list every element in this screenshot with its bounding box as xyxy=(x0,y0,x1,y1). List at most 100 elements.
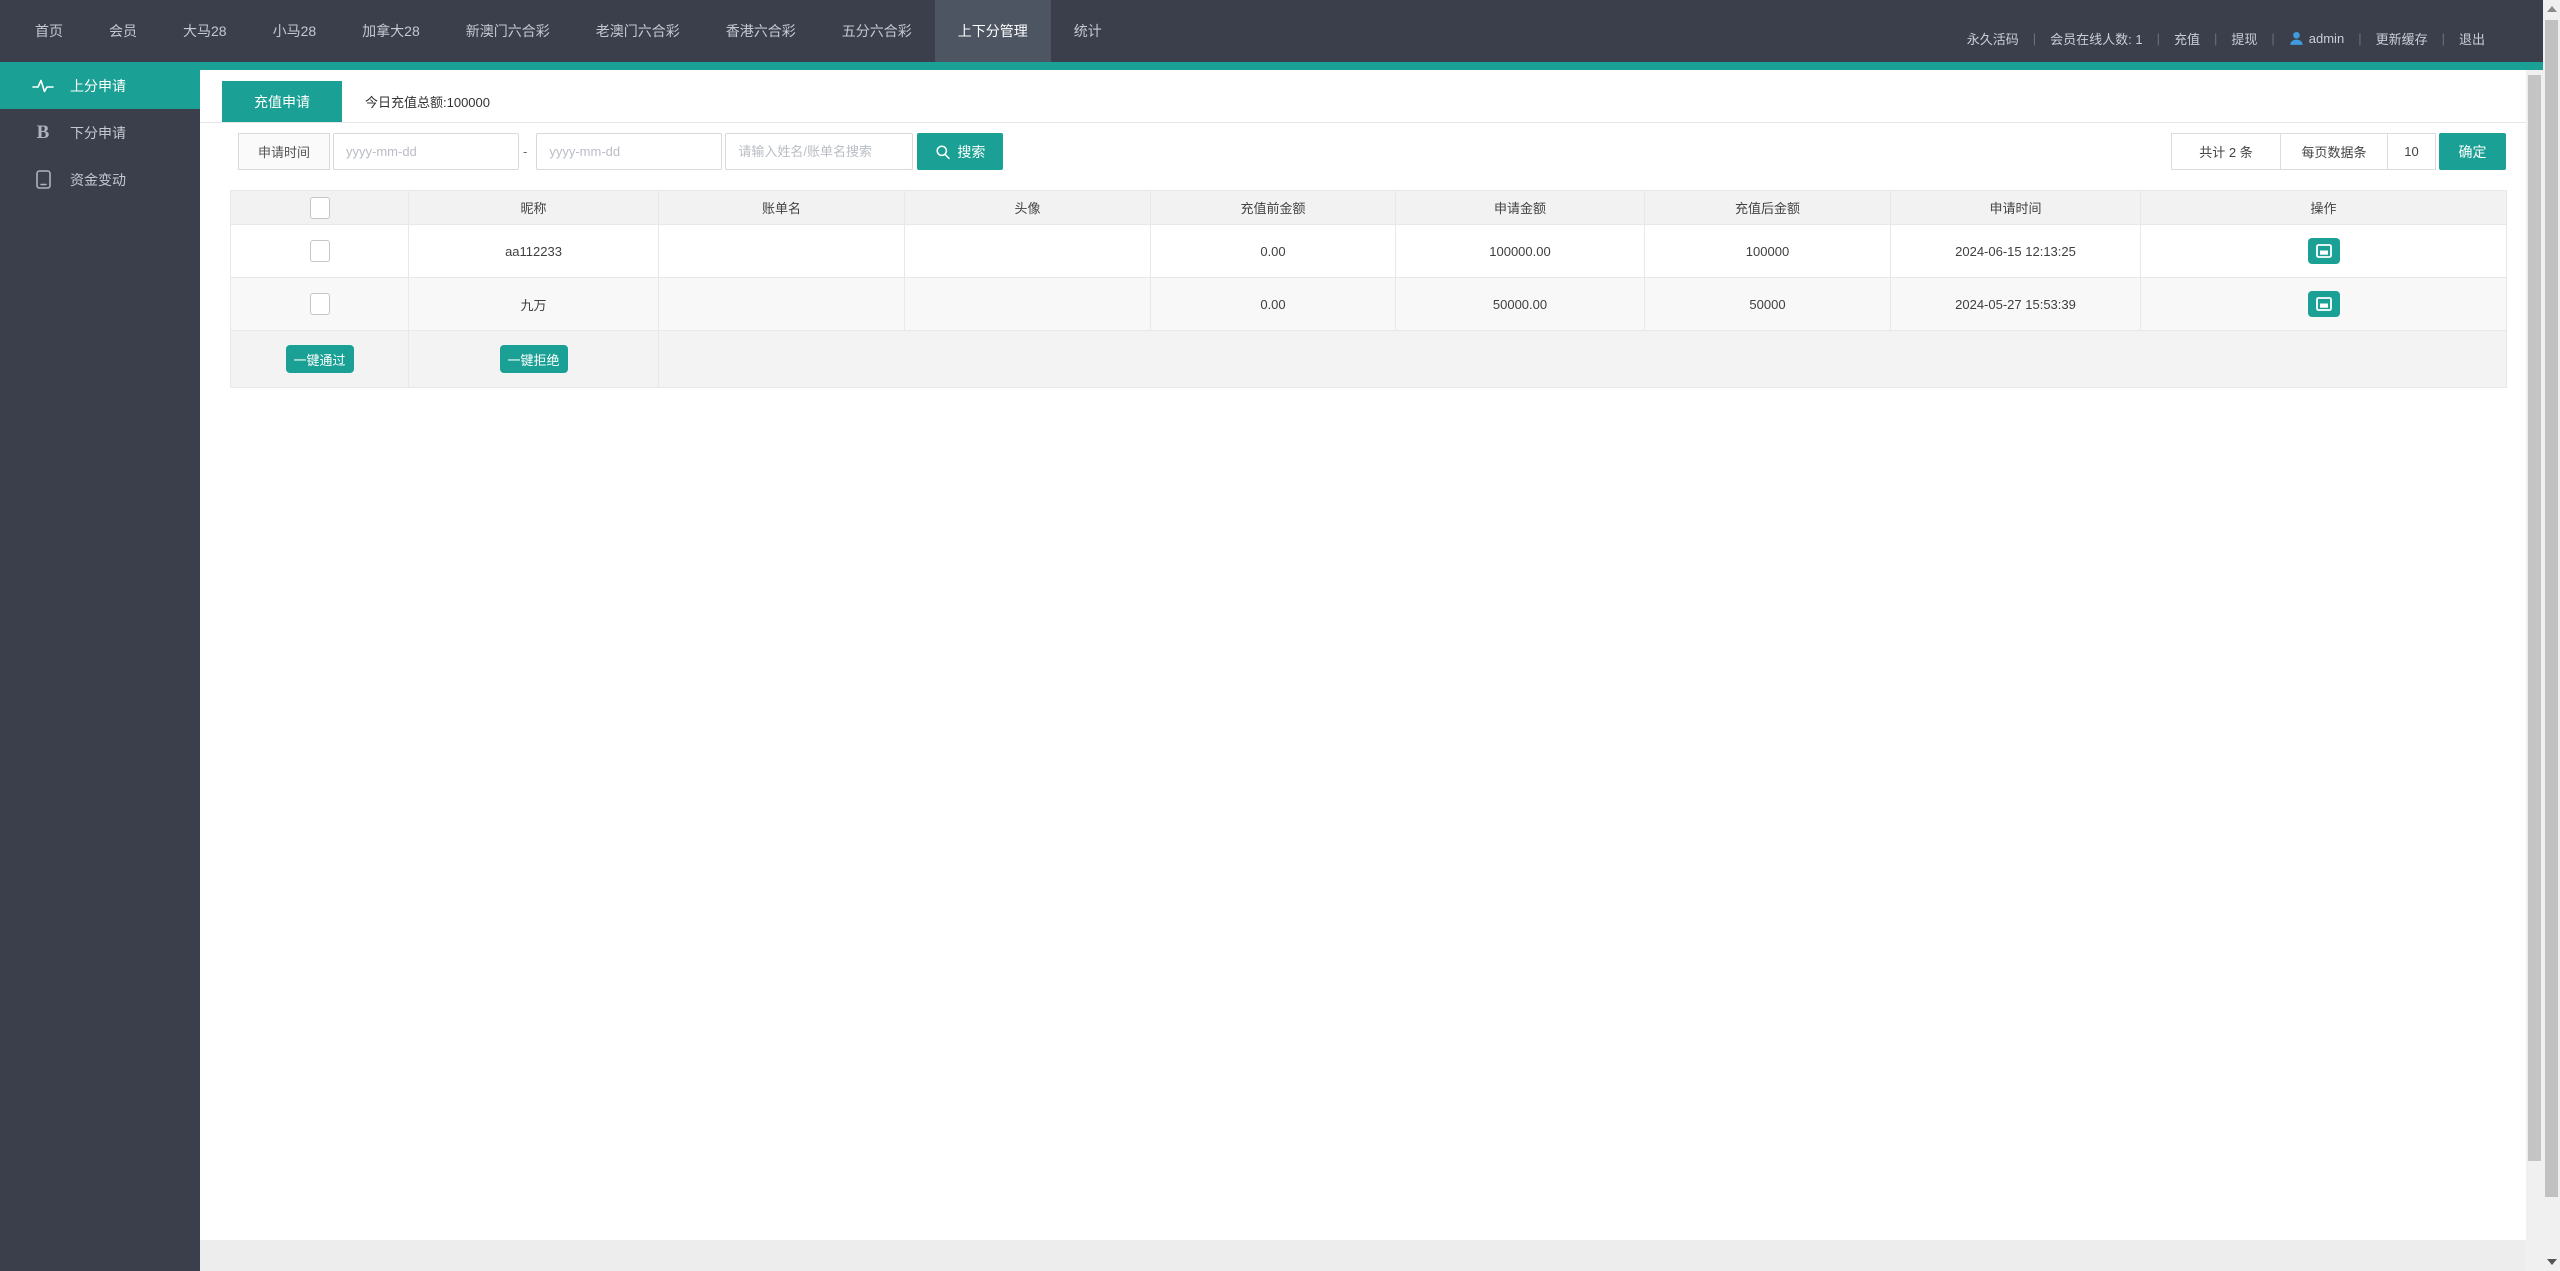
date-from-input[interactable] xyxy=(333,133,519,170)
tab-row: 充值申请 今日充值总额:100000 xyxy=(200,81,2526,122)
content-scrollbar-thumb[interactable] xyxy=(2528,75,2541,1161)
window-icon xyxy=(2316,297,2332,311)
row-checkbox[interactable] xyxy=(310,240,330,262)
col-actions: 操作 xyxy=(2141,191,2507,225)
cell-request-time: 2024-05-27 15:53:39 xyxy=(1891,278,2141,331)
col-request-time: 申请时间 xyxy=(1891,191,2141,225)
pagination-group: 共计 2 条 每页数据条 确定 xyxy=(2171,133,2506,170)
divider: | xyxy=(2358,31,2361,46)
scroll-up-arrow-icon[interactable] xyxy=(2547,6,2557,12)
sidebar: 上分申请 B 下分申请 资金变动 xyxy=(0,62,200,1271)
permanent-code-link[interactable]: 永久活码 xyxy=(1967,29,2019,48)
cell-request-time: 2024-06-15 12:13:25 xyxy=(1891,225,2141,278)
search-button-label: 搜索 xyxy=(957,142,985,162)
window-icon xyxy=(2316,244,2332,258)
page-bottom-strip xyxy=(200,1240,2526,1271)
cell-before-amount: 0.00 xyxy=(1151,225,1396,278)
nav-item-wufen[interactable]: 五分六合彩 xyxy=(819,0,935,62)
content-scrollbar[interactable] xyxy=(2526,70,2543,1271)
date-to-input[interactable] xyxy=(536,133,722,170)
date-range-separator: - xyxy=(523,144,527,159)
col-nickname: 昵称 xyxy=(409,191,659,225)
top-navbar: 首页 会员 大马28 小马28 加拿大28 新澳门六合彩 老澳门六合彩 香港六合… xyxy=(0,0,2560,62)
navbar-accent-line xyxy=(200,62,2543,70)
refresh-cache-link[interactable]: 更新缓存 xyxy=(2376,29,2428,48)
table-header-row: 昵称 账单名 头像 充值前金额 申请金额 充值后金额 申请时间 操作 xyxy=(231,191,2507,225)
divider: | xyxy=(2442,31,2445,46)
table-footer-row: 一键通过 一键拒绝 xyxy=(231,331,2507,388)
main-content: 充值申请 今日充值总额:100000 申请时间 - 搜索 共计 2 条 每页数据… xyxy=(200,62,2526,1271)
nav-item-members[interactable]: 会员 xyxy=(86,0,160,62)
row-detail-button[interactable] xyxy=(2308,291,2340,317)
cell-avatar xyxy=(905,278,1151,331)
sidebar-item-label: 下分申请 xyxy=(70,123,126,143)
pulse-icon xyxy=(30,78,56,94)
cell-nickname: aa112233 xyxy=(409,225,659,278)
scroll-down-arrow-icon[interactable] xyxy=(2547,1259,2557,1265)
total-count-label: 共计 2 条 xyxy=(2171,133,2281,170)
user-icon xyxy=(2289,31,2304,46)
divider: | xyxy=(2214,31,2217,46)
recharge-link[interactable]: 充值 xyxy=(2174,29,2200,48)
divider: | xyxy=(2271,31,2274,46)
select-all-cell xyxy=(231,191,409,225)
sidebar-item-downscore-request[interactable]: B 下分申请 xyxy=(0,109,200,156)
nav-item-hongkong[interactable]: 香港六合彩 xyxy=(703,0,819,62)
divider: | xyxy=(2157,31,2160,46)
navbar-right-info: 永久活码 | 会员在线人数: 1 | 充值 | 提现 | admin | 更新缓… xyxy=(1967,0,2560,62)
cell-bill-name xyxy=(659,225,905,278)
browser-scrollbar[interactable] xyxy=(2543,0,2560,1271)
nav-item-xiaoma28[interactable]: 小马28 xyxy=(250,0,340,62)
cell-after-amount: 50000 xyxy=(1645,278,1891,331)
col-bill-name: 账单名 xyxy=(659,191,905,225)
online-count-label: 会员在线人数: 1 xyxy=(2050,29,2142,48)
reject-all-button[interactable]: 一键拒绝 xyxy=(500,345,568,373)
col-after-amount: 充值后金额 xyxy=(1645,191,1891,225)
withdraw-link[interactable]: 提现 xyxy=(2231,29,2257,48)
sidebar-item-upscore-request[interactable]: 上分申请 xyxy=(0,62,200,109)
select-all-checkbox[interactable] xyxy=(310,197,330,219)
cell-request-amount: 100000.00 xyxy=(1396,225,1645,278)
cell-after-amount: 100000 xyxy=(1645,225,1891,278)
toolbar: 申请时间 - 搜索 共计 2 条 每页数据条 确定 xyxy=(200,133,2506,170)
search-icon xyxy=(935,144,951,160)
nav-item-canada28[interactable]: 加拿大28 xyxy=(339,0,443,62)
tab-recharge-request[interactable]: 充值申请 xyxy=(222,81,342,122)
nav-item-new-macau[interactable]: 新澳门六合彩 xyxy=(443,0,573,62)
cell-avatar xyxy=(905,225,1151,278)
letter-b-icon: B xyxy=(30,122,56,144)
nav-item-updown-manage[interactable]: 上下分管理 xyxy=(935,0,1051,62)
admin-account[interactable]: admin xyxy=(2289,31,2344,46)
requests-table: 昵称 账单名 头像 充值前金额 申请金额 充值后金额 申请时间 操作 aa112… xyxy=(230,190,2507,388)
nav-item-home[interactable]: 首页 xyxy=(12,0,86,62)
per-page-label: 每页数据条 xyxy=(2280,133,2388,170)
col-before-amount: 充值前金额 xyxy=(1151,191,1396,225)
admin-username: admin xyxy=(2309,31,2344,46)
row-checkbox[interactable] xyxy=(310,293,330,315)
nav-item-old-macau[interactable]: 老澳门六合彩 xyxy=(573,0,703,62)
cell-before-amount: 0.00 xyxy=(1151,278,1396,331)
nav-item-stats[interactable]: 统计 xyxy=(1051,0,1125,62)
logout-link[interactable]: 退出 xyxy=(2459,29,2485,48)
sidebar-item-funds-change[interactable]: 资金变动 xyxy=(0,156,200,203)
filter-group: 申请时间 - 搜索 xyxy=(238,133,1003,170)
sidebar-item-label: 资金变动 xyxy=(70,170,126,190)
search-input[interactable] xyxy=(725,133,913,170)
divider: | xyxy=(2033,31,2036,46)
search-button[interactable]: 搜索 xyxy=(917,133,1003,170)
request-time-label: 申请时间 xyxy=(238,133,330,170)
row-detail-button[interactable] xyxy=(2308,238,2340,264)
cell-request-amount: 50000.00 xyxy=(1396,278,1645,331)
browser-scrollbar-thumb[interactable] xyxy=(2545,20,2558,1197)
main-menu: 首页 会员 大马28 小马28 加拿大28 新澳门六合彩 老澳门六合彩 香港六合… xyxy=(0,0,1125,62)
cell-nickname: 九万 xyxy=(409,278,659,331)
today-total-label: 今日充值总额:100000 xyxy=(365,81,490,122)
confirm-button[interactable]: 确定 xyxy=(2439,133,2506,170)
col-avatar: 头像 xyxy=(905,191,1151,225)
per-page-input[interactable] xyxy=(2387,133,2436,170)
tab-divider xyxy=(200,122,2526,123)
approve-all-button[interactable]: 一键通过 xyxy=(286,345,354,373)
col-request-amount: 申请金额 xyxy=(1396,191,1645,225)
table-row: 九万 0.00 50000.00 50000 2024-05-27 15:53:… xyxy=(231,278,2507,331)
nav-item-dama28[interactable]: 大马28 xyxy=(160,0,250,62)
